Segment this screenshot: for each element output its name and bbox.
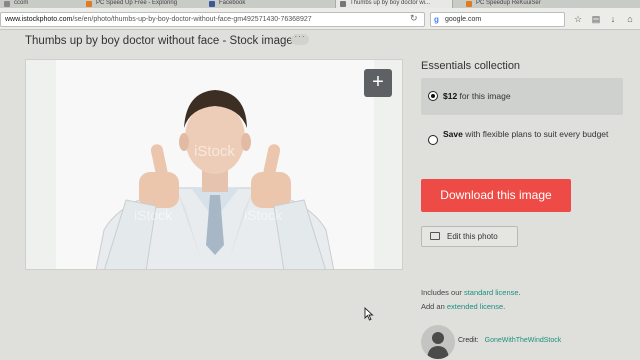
tab-label: ccom xyxy=(14,0,29,6)
tab-2[interactable]: PC Speed Up Free - Exploring xyxy=(82,0,197,8)
browser-tab-strip: ccom PC Speed Up Free - Exploring Facebo… xyxy=(0,0,640,8)
extended-prefix: Add an xyxy=(421,302,447,311)
favicon-icon xyxy=(466,1,472,7)
doctor-thumbs-up-image: iStock iStock iStock xyxy=(26,60,402,269)
edit-icon xyxy=(430,232,440,240)
extended-suffix: . xyxy=(503,302,506,311)
tab-3[interactable]: Facebook xyxy=(205,0,325,8)
contributor-avatar[interactable] xyxy=(421,325,455,359)
license-prefix: Includes our xyxy=(421,288,464,297)
favicon-icon xyxy=(340,1,346,7)
search-value: google.com xyxy=(445,16,482,23)
favicon-icon xyxy=(86,1,92,7)
credit-contributor-link[interactable]: GoneWithTheWindStock xyxy=(485,337,562,344)
collection-title: Essentials collection xyxy=(421,60,521,72)
address-bar[interactable]: www.istockphoto.com/se/en/photo/thumbs-u… xyxy=(0,12,425,27)
browser-toolbar: www.istockphoto.com/se/en/photo/thumbs-u… xyxy=(0,8,640,30)
option-single-image[interactable]: $12 for this image xyxy=(421,78,623,115)
tab-label: PC Speed Up Free - Exploring xyxy=(96,0,178,6)
tab-label: Facebook xyxy=(219,0,246,6)
page-content: Thumbs up by boy doctor without face - S… xyxy=(0,31,640,360)
favicon-icon xyxy=(209,1,215,7)
google-icon: g xyxy=(434,15,439,24)
extended-license-line: Add an extended license. xyxy=(421,302,505,311)
radio-selected[interactable] xyxy=(428,91,438,101)
stock-photo[interactable]: iStock iStock iStock xyxy=(25,59,403,270)
bookmark-star-icon[interactable]: ☆ xyxy=(573,14,583,24)
search-bar[interactable]: g google.com xyxy=(430,12,565,27)
option2-bold: Save xyxy=(443,129,463,139)
option1-price: $12 xyxy=(443,91,458,101)
option2-rest: with flexible plans to suit every budget xyxy=(462,129,609,139)
url-host: www.istockphoto.com xyxy=(5,16,73,23)
download-button[interactable]: Download this image xyxy=(421,179,571,212)
watermark-text: iStock xyxy=(134,207,173,223)
watermark-text: iStock xyxy=(244,207,283,223)
reload-icon[interactable]: ↻ xyxy=(410,13,418,24)
more-options-button[interactable]: ··· xyxy=(291,33,309,45)
tab-1[interactable]: ccom xyxy=(0,0,72,8)
tab-5[interactable]: PC Speedup ReKuuiSer xyxy=(462,0,587,8)
radio-unselected[interactable] xyxy=(428,135,438,145)
page-title: Thumbs up by boy doctor without face - S… xyxy=(25,35,293,47)
option2-label: Save with flexible plans to suit every b… xyxy=(443,128,618,141)
standard-license-line: Includes our standard license. xyxy=(421,288,521,297)
edit-label: Edit this photo xyxy=(447,232,498,241)
standard-license-link[interactable]: standard license xyxy=(464,288,519,297)
tab-label: PC Speedup ReKuuiSer xyxy=(476,0,541,6)
home-icon[interactable]: ⌂ xyxy=(625,14,635,24)
reading-list-icon[interactable]: ▤ xyxy=(591,14,601,24)
watermark-text: iStock xyxy=(194,143,235,160)
credit-line: Credit: GoneWithTheWindStock xyxy=(458,337,561,344)
favicon-icon xyxy=(4,1,10,7)
option1-label: $12 for this image xyxy=(443,90,511,103)
user-silhouette-icon xyxy=(427,332,449,359)
extended-license-link[interactable]: extended license xyxy=(447,302,503,311)
downloads-icon[interactable]: ↓ xyxy=(608,14,618,24)
option1-rest: for this image xyxy=(457,91,511,101)
tab-4-active[interactable]: Thumbs up by boy doctor wi... xyxy=(335,0,453,8)
license-suffix: . xyxy=(518,288,521,297)
tab-label: Thumbs up by boy doctor wi... xyxy=(350,0,431,6)
credit-label: Credit: xyxy=(458,337,479,344)
url-path: /se/en/photo/thumbs-up-by-boy-doctor-wit… xyxy=(72,16,312,23)
zoom-plus-button[interactable]: + xyxy=(364,69,392,97)
edit-photo-button[interactable]: Edit this photo xyxy=(421,226,518,247)
mouse-cursor-icon xyxy=(364,307,374,321)
